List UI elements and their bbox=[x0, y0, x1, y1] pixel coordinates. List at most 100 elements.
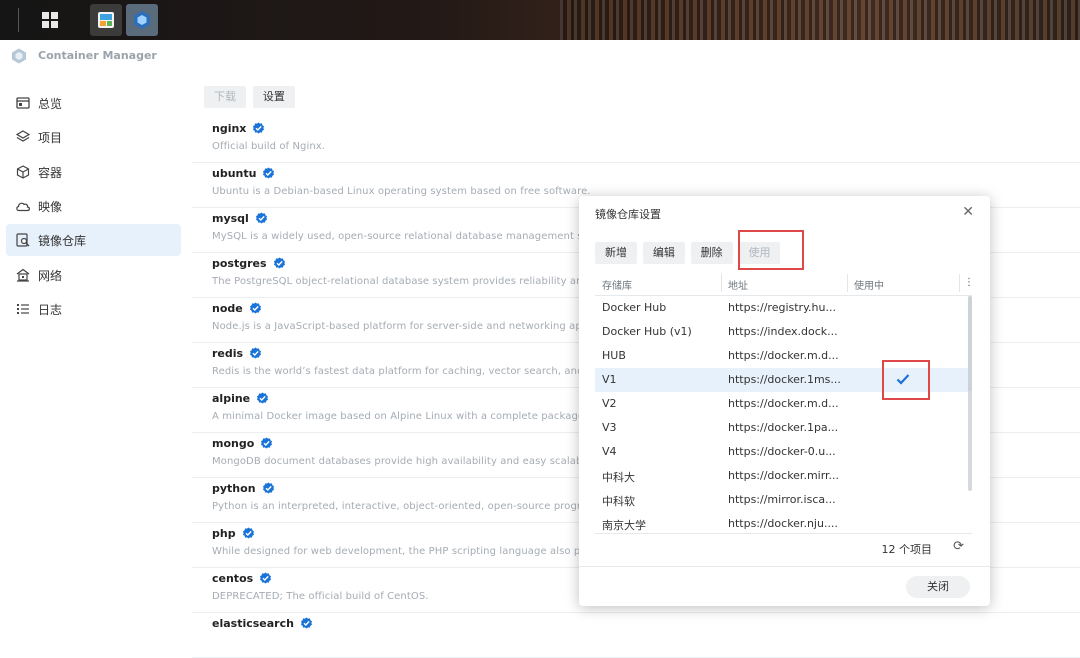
image-name: mysql bbox=[212, 212, 268, 225]
image-name: alpine bbox=[212, 392, 269, 405]
dialog-title: 镜像仓库设置 bbox=[595, 208, 661, 221]
sidebar-item-log[interactable]: 日志 bbox=[6, 293, 181, 325]
image-name-label: elasticsearch bbox=[212, 617, 294, 630]
in-use-highlight bbox=[882, 360, 930, 400]
image-list-item[interactable]: elasticsearch bbox=[192, 613, 1080, 658]
registry-url: https://mirror.isca... bbox=[728, 493, 836, 506]
column-options-icon[interactable]: ⋮ bbox=[964, 277, 974, 288]
scrollbar[interactable] bbox=[968, 296, 972, 491]
registry-search-icon bbox=[15, 232, 31, 248]
sidebar-item-label: 总览 bbox=[38, 96, 63, 111]
verified-badge-icon bbox=[252, 122, 265, 135]
verified-badge-icon bbox=[259, 572, 272, 585]
registry-url: https://docker.m.d... bbox=[728, 397, 839, 410]
column-header-in-use[interactable]: 使用中 bbox=[854, 277, 884, 292]
verified-badge-icon bbox=[262, 167, 275, 180]
registry-url: https://docker.m.d... bbox=[728, 349, 839, 362]
overview-icon bbox=[15, 95, 31, 111]
image-name-label: centos bbox=[212, 572, 254, 585]
dialog-divider bbox=[579, 566, 990, 567]
table-row[interactable]: Docker Hub https://registry.hu... bbox=[595, 296, 972, 320]
package-center-icon[interactable] bbox=[90, 4, 122, 36]
close-button[interactable]: 关闭 bbox=[906, 576, 970, 598]
table-footer: 12 个项目 ⟳ bbox=[595, 533, 972, 556]
verified-badge-icon bbox=[273, 257, 286, 270]
download-button[interactable]: 下载 bbox=[204, 86, 246, 108]
image-name: python bbox=[212, 482, 275, 495]
app-title: Container Manager bbox=[38, 49, 157, 62]
registry-name: 中科软 bbox=[602, 495, 635, 508]
table-row[interactable]: V3 https://docker.1pa... bbox=[595, 416, 972, 440]
image-name-label: mongo bbox=[212, 437, 255, 450]
image-name: redis bbox=[212, 347, 262, 360]
verified-badge-icon bbox=[256, 392, 269, 405]
sidebar-item-registry[interactable]: 镜像仓库 bbox=[6, 224, 181, 256]
registry-name: V2 bbox=[602, 397, 617, 410]
image-description: MongoDB document databases provide high … bbox=[212, 456, 603, 467]
verified-badge-icon bbox=[242, 527, 255, 540]
image-name-label: python bbox=[212, 482, 256, 495]
cloud-icon bbox=[15, 198, 31, 214]
verified-badge-icon bbox=[262, 482, 275, 495]
column-header-address[interactable]: 地址 bbox=[728, 277, 748, 292]
table-row[interactable]: Docker Hub (v1) https://index.dock... bbox=[595, 320, 972, 344]
registry-url: https://docker.1ms... bbox=[728, 373, 841, 386]
sidebar-item-project[interactable]: 项目 bbox=[6, 121, 181, 153]
image-name-label: ubuntu bbox=[212, 167, 257, 180]
registry-name: HUB bbox=[602, 349, 626, 362]
close-icon[interactable]: ✕ bbox=[962, 204, 974, 220]
image-name: ubuntu bbox=[212, 167, 275, 180]
sidebar-item-overview[interactable]: 总览 bbox=[6, 87, 181, 119]
column-divider bbox=[959, 274, 960, 292]
image-name-label: postgres bbox=[212, 257, 267, 270]
column-divider bbox=[847, 274, 848, 292]
sidebar-item-label: 日志 bbox=[38, 302, 63, 317]
cube-icon bbox=[15, 164, 31, 180]
taskbar bbox=[0, 0, 1080, 40]
sidebar-item-label: 镜像仓库 bbox=[38, 233, 87, 248]
use-button-highlight bbox=[738, 230, 804, 270]
main-menu-icon[interactable] bbox=[34, 4, 66, 36]
image-name-label: redis bbox=[212, 347, 244, 360]
edit-button[interactable]: 编辑 bbox=[642, 242, 685, 264]
app-header: Container Manager bbox=[0, 40, 1080, 72]
sidebar-item-container[interactable]: 容器 bbox=[6, 156, 181, 188]
registry-url: https://docker.mirr... bbox=[728, 469, 840, 482]
image-description: DEPRECATED; The official build of CentOS… bbox=[212, 591, 429, 602]
image-name: nginx bbox=[212, 122, 265, 135]
column-divider bbox=[721, 274, 722, 292]
table-row[interactable]: 中科软 https://mirror.isca... bbox=[595, 488, 972, 512]
delete-button[interactable]: 删除 bbox=[690, 242, 733, 264]
image-name-label: alpine bbox=[212, 392, 251, 405]
registry-name: V3 bbox=[602, 421, 617, 434]
wallpaper bbox=[560, 0, 1080, 40]
table-row[interactable]: 中科大 https://docker.mirr... bbox=[595, 464, 972, 488]
registry-url: https://registry.hu... bbox=[728, 301, 836, 314]
image-name: postgres bbox=[212, 257, 286, 270]
sidebar: 总览 项目 容器 映像 镜像仓库 网络 日志 bbox=[0, 72, 193, 640]
registry-name: 中科大 bbox=[602, 471, 635, 484]
verified-badge-icon bbox=[249, 347, 262, 360]
scrollbar-thumb[interactable] bbox=[968, 296, 972, 391]
refresh-icon[interactable]: ⟳ bbox=[953, 539, 964, 554]
sidebar-item-network[interactable]: 网络 bbox=[6, 259, 181, 291]
column-header-registry[interactable]: 存储库 bbox=[602, 277, 632, 292]
sidebar-item-label: 项目 bbox=[38, 130, 63, 145]
table-row[interactable]: V4 https://docker-0.u... bbox=[595, 440, 972, 464]
settings-button[interactable]: 设置 bbox=[252, 86, 295, 108]
registry-name: Docker Hub (v1) bbox=[602, 325, 692, 338]
image-description: Official build of Nginx. bbox=[212, 141, 326, 152]
image-list-item[interactable]: nginx Official build of Nginx. bbox=[192, 118, 1080, 163]
registry-url: https://docker.1pa... bbox=[728, 421, 839, 434]
sidebar-item-label: 网络 bbox=[38, 268, 63, 283]
taskbar-separator bbox=[18, 8, 19, 32]
registry-name: V1 bbox=[602, 373, 617, 386]
sidebar-item-label: 映像 bbox=[38, 199, 63, 214]
image-name-label: nginx bbox=[212, 122, 247, 135]
verified-badge-icon bbox=[260, 437, 273, 450]
add-button[interactable]: 新增 bbox=[595, 242, 637, 264]
sidebar-item-image[interactable]: 映像 bbox=[6, 190, 181, 222]
image-name: centos bbox=[212, 572, 272, 585]
image-name: php bbox=[212, 527, 255, 540]
container-manager-taskbar-icon[interactable] bbox=[126, 4, 158, 36]
